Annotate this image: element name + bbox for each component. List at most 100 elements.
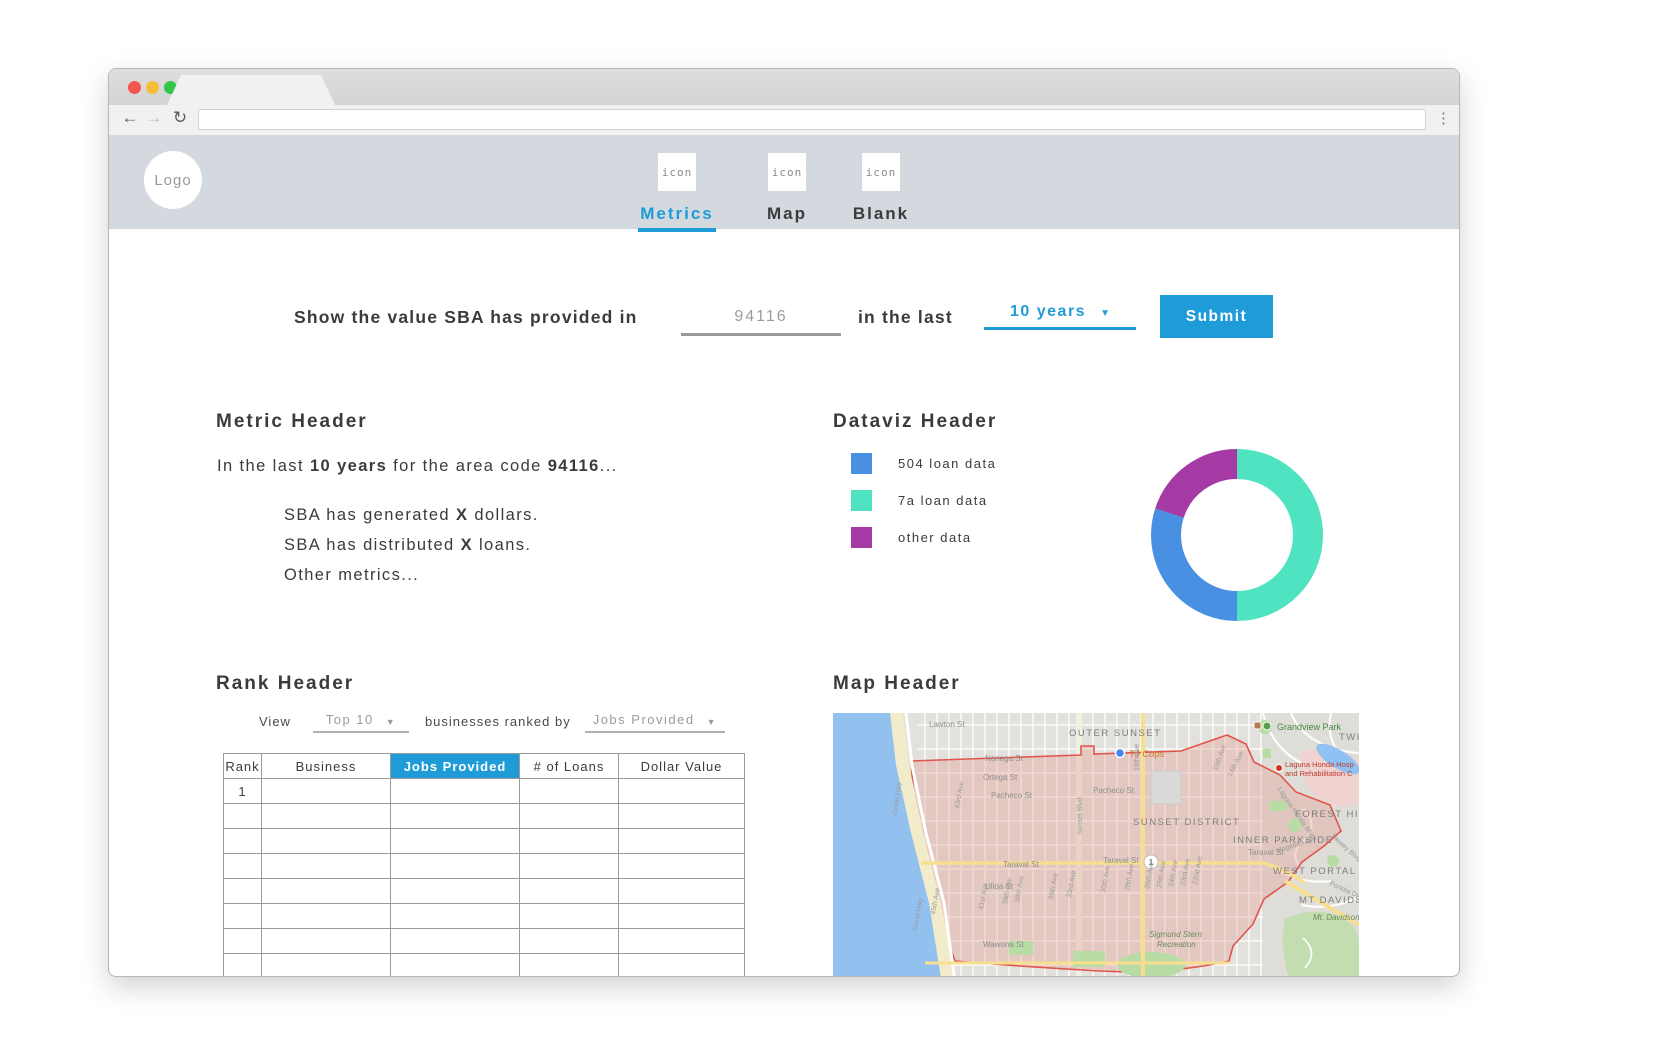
metric-intro-mid: for the area code <box>387 457 548 475</box>
table-cell <box>619 954 745 978</box>
map-image: Lawton StOUTER SUNSETGrandview ParkTWINT… <box>833 713 1359 977</box>
map-label: Grandview Park <box>1277 722 1342 732</box>
table-cell <box>224 854 262 879</box>
map-label: Laguna Honda Hosp <box>1285 760 1354 769</box>
query-prompt-middle: in the last <box>858 307 953 328</box>
map-label: 19th Ave <box>1134 744 1141 771</box>
map-pin-tj-cups <box>1116 749 1125 758</box>
table-cell <box>262 904 391 929</box>
logo: Logo <box>144 151 202 209</box>
table-cell <box>224 929 262 954</box>
metric-line-2: SBA has distributed X loans. <box>284 536 539 555</box>
table-cell <box>391 879 520 904</box>
map-label: Sunset Blvd <box>1077 798 1084 835</box>
nav-item-metrics[interactable]: icon Metrics <box>617 153 737 232</box>
map-school-block <box>1151 771 1181 804</box>
duration-dropdown[interactable]: 10 years ▼ <box>984 303 1136 330</box>
map-pin-hospital <box>1276 765 1283 772</box>
rank-table-header-dollar-value: Dollar Value <box>619 754 745 779</box>
rank-table: RankBusinessJobs Provided# of LoansDolla… <box>223 753 745 977</box>
table-cell <box>520 854 619 879</box>
table-cell: 1 <box>224 779 262 804</box>
table-cell <box>262 854 391 879</box>
table-row <box>224 929 745 954</box>
map-label: Pacheco St <box>991 791 1033 800</box>
table-row <box>224 904 745 929</box>
zip-code-input[interactable] <box>681 301 841 336</box>
legend-swatch-504 <box>851 453 872 474</box>
table-cell <box>520 829 619 854</box>
table-cell <box>520 879 619 904</box>
table-row <box>224 879 745 904</box>
legend-item-7a: 7a loan data <box>851 490 988 511</box>
table-row: 1 <box>224 779 745 804</box>
table-cell <box>391 804 520 829</box>
rank-controls: View Top 10 ▼ businesses ranked by Jobs … <box>259 712 725 733</box>
metric-line-1: SBA has generated X dollars. <box>284 506 539 525</box>
table-row <box>224 829 745 854</box>
duration-value: 10 years <box>1010 303 1086 321</box>
table-cell <box>619 929 745 954</box>
legend-label-504: 504 loan data <box>898 456 996 471</box>
metric-intro-duration: 10 years <box>310 457 387 475</box>
url-bar[interactable] <box>198 109 1426 130</box>
rank-table-header-business: Business <box>262 754 391 779</box>
metrics-icon: icon <box>658 153 696 191</box>
table-cell <box>224 829 262 854</box>
table-cell <box>224 904 262 929</box>
browser-tab[interactable] <box>167 75 335 105</box>
table-row <box>224 854 745 879</box>
table-cell <box>619 904 745 929</box>
legend-label-7a: 7a loan data <box>898 493 988 508</box>
view-count-value: Top 10 <box>326 712 374 727</box>
map-header: Map Header <box>833 673 961 695</box>
ranked-by-dropdown[interactable]: Jobs Provided ▼ <box>585 712 725 733</box>
app-header: Logo icon Metrics icon Map icon Blank <box>109 135 1459 229</box>
legend-item-504: 504 loan data <box>851 453 996 474</box>
minimize-window-button[interactable] <box>146 81 159 94</box>
query-prompt-prefix: Show the value SBA has provided in <box>294 307 638 328</box>
forward-icon[interactable]: → <box>143 108 165 128</box>
close-window-button[interactable] <box>128 81 141 94</box>
metric-intro-zip: 94116 <box>548 457 600 475</box>
table-cell <box>262 879 391 904</box>
table-cell <box>619 829 745 854</box>
table-cell <box>619 854 745 879</box>
active-tab-underline <box>638 228 716 232</box>
table-row <box>224 804 745 829</box>
map-label: Lawton St <box>929 720 965 729</box>
back-icon[interactable]: ← <box>119 108 141 128</box>
rank-table-header-jobs-provided: Jobs Provided <box>391 754 520 779</box>
map-label: TWIN <box>1339 732 1359 743</box>
map-label: Noriega St <box>985 754 1024 763</box>
map-label: Wawona St <box>983 940 1024 949</box>
table-cell <box>224 804 262 829</box>
map-widget[interactable]: Lawton StOUTER SUNSETGrandview ParkTWINT… <box>833 713 1359 977</box>
chevron-down-icon: ▼ <box>1100 308 1110 319</box>
refresh-icon[interactable]: ↻ <box>169 108 191 128</box>
table-cell <box>391 829 520 854</box>
nav-item-blank[interactable]: icon Blank <box>821 153 941 224</box>
kebab-menu-icon[interactable]: ⋮ <box>1436 109 1451 127</box>
table-cell <box>391 904 520 929</box>
map-pin-viewpoint <box>1254 722 1261 729</box>
table-row <box>224 954 745 978</box>
view-count-dropdown[interactable]: Top 10 ▼ <box>313 712 409 733</box>
table-cell <box>391 954 520 978</box>
nav-label-metrics: Metrics <box>617 204 737 224</box>
map-label: MT DAVIDSON <box>1299 895 1359 906</box>
map-label: 1 <box>1149 858 1154 867</box>
screenshot-canvas: ← → ↻ ⋮ Logo icon Metrics icon Map icon … <box>0 0 1670 1044</box>
blank-icon: icon <box>862 153 900 191</box>
table-cell <box>262 929 391 954</box>
view-label: View <box>259 714 291 733</box>
submit-button[interactable]: Submit <box>1160 295 1273 338</box>
legend-item-other: other data <box>851 527 972 548</box>
ranked-by-value: Jobs Provided <box>593 712 695 727</box>
map-label: Mt. Davidson <box>1313 913 1359 922</box>
table-cell <box>262 829 391 854</box>
metric-intro: In the last 10 years for the area code 9… <box>217 457 618 476</box>
rank-table-header--of-loans: # of Loans <box>520 754 619 779</box>
metric-intro-pre: In the last <box>217 457 310 475</box>
metric-line-3: Other metrics... <box>284 566 539 585</box>
